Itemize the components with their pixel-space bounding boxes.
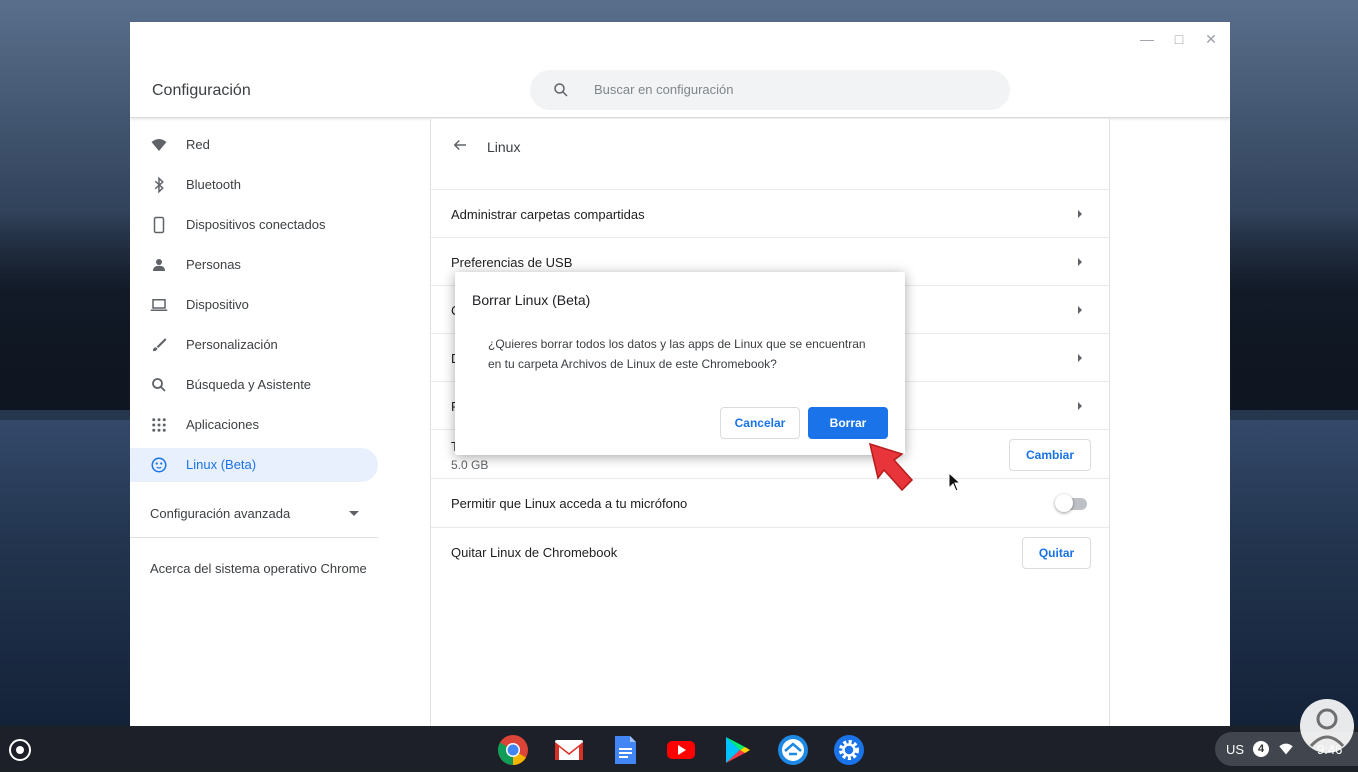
row-shared-folders[interactable]: Administrar carpetas compartidas (431, 189, 1109, 237)
keyboard-layout: US (1226, 742, 1245, 757)
search-placeholder: Buscar en configuración (594, 82, 734, 97)
remove-linux-button[interactable]: Quitar (1022, 537, 1091, 569)
delete-button[interactable]: Borrar (808, 407, 888, 439)
microphone-toggle[interactable] (1055, 494, 1089, 512)
docs-icon[interactable] (609, 734, 641, 766)
sidebar: Red Bluetooth Dispositivos conectados Pe… (130, 119, 430, 726)
row-label: Permitir que Linux acceda a tu micrófono (451, 496, 688, 511)
sidebar-item-label: Dispositivo (186, 297, 249, 312)
sidebar-item-people[interactable]: Personas (130, 248, 378, 282)
sidebar-item-label: Bluetooth (186, 177, 241, 192)
launcher-icon[interactable] (9, 739, 31, 761)
search-icon (152, 378, 166, 392)
search-input[interactable]: Buscar en configuración (530, 70, 1010, 110)
youtube-icon[interactable] (665, 734, 697, 766)
dialog-body: ¿Quieres borrar todos los datos y las ap… (488, 334, 888, 374)
wifi-icon (151, 139, 167, 151)
sidebar-item-apps[interactable]: Aplicaciones (130, 408, 378, 442)
mouse-pointer-icon (948, 472, 962, 492)
row-label: Administrar carpetas compartidas (451, 207, 645, 222)
search-icon (554, 83, 568, 97)
shelf: US 4 9:46 (0, 726, 1358, 772)
gmail-icon[interactable] (553, 734, 585, 766)
person-icon (153, 259, 165, 271)
cancel-button[interactable]: Cancelar (720, 407, 800, 439)
sidebar-item-bluetooth[interactable]: Bluetooth (130, 168, 378, 202)
sidebar-item-label: Aplicaciones (186, 417, 259, 432)
sidebar-item-label: Personas (186, 257, 241, 272)
arrow-right-icon (1078, 258, 1082, 266)
divider (130, 537, 378, 538)
page-title: Linux (487, 139, 521, 155)
app-title: Configuración (152, 82, 251, 99)
row-remove-linux: Quitar Linux de Chromebook Quitar (431, 527, 1109, 576)
about-chrome-os-link[interactable]: Acerca del sistema operativo Chrome (150, 561, 367, 576)
disk-size-value: 5.0 GB (451, 458, 489, 472)
chevron-down-icon[interactable] (349, 511, 359, 516)
apps-grid-icon (152, 418, 166, 432)
penguin-icon (151, 457, 167, 473)
sidebar-item-label: Personalización (186, 337, 278, 352)
notification-count-badge: 4 (1253, 741, 1269, 757)
maximize-icon[interactable]: □ (1170, 30, 1188, 48)
sidebar-item-linux[interactable]: Linux (Beta) (130, 448, 378, 482)
arrow-right-icon (1078, 210, 1082, 218)
dialog-body-line: ¿Quieres borrar todos los datos y las ap… (488, 337, 866, 351)
sidebar-item-label: Linux (Beta) (186, 457, 257, 472)
sidebar-item-label: Red (186, 137, 210, 152)
row-label: Quitar Linux de Chromebook (451, 545, 618, 560)
row-microphone: Permitir que Linux acceda a tu micrófono (431, 478, 1109, 527)
change-disk-button[interactable]: Cambiar (1009, 439, 1091, 471)
settings-icon[interactable] (833, 734, 865, 766)
annotation-arrow-icon (868, 442, 914, 492)
bluetooth-icon (154, 176, 164, 194)
sidebar-item-search-assistant[interactable]: Búsqueda y Asistente (130, 368, 378, 402)
watermark-logo (1300, 699, 1354, 753)
sidebar-item-label: Búsqueda y Asistente (186, 377, 312, 392)
remote-desktop-icon[interactable] (777, 734, 809, 766)
advanced-settings-toggle[interactable]: Configuración avanzada (150, 506, 290, 521)
arrow-right-icon (1078, 402, 1082, 410)
dialog-body-line: en tu carpeta Archivos de Linux de este … (488, 357, 777, 371)
settings-header: — □ ✕ Configuración Buscar en configurac… (130, 22, 1230, 118)
sidebar-item-personalization[interactable]: Personalización (130, 328, 378, 362)
toggle-knob (1055, 494, 1073, 512)
arrow-right-icon (1078, 306, 1082, 314)
sidebar-item-red[interactable]: Red (130, 128, 378, 162)
sidebar-item-connected-devices[interactable]: Dispositivos conectados (130, 208, 378, 242)
close-icon[interactable]: ✕ (1202, 30, 1220, 48)
chrome-icon[interactable] (497, 734, 529, 766)
row-label: Preferencias de USB (451, 255, 573, 270)
phone-icon (153, 216, 165, 234)
arrow-right-icon (1078, 354, 1082, 362)
play-store-icon[interactable] (721, 734, 753, 766)
wifi-icon (1279, 743, 1293, 755)
laptop-icon (150, 299, 168, 311)
sidebar-item-device[interactable]: Dispositivo (130, 288, 378, 322)
sidebar-item-label: Dispositivos conectados (186, 217, 326, 232)
delete-linux-dialog: Borrar Linux (Beta) ¿Quieres borrar todo… (455, 272, 905, 455)
brush-icon (153, 338, 167, 352)
back-arrow-icon[interactable] (451, 136, 469, 154)
dialog-title: Borrar Linux (Beta) (472, 292, 591, 308)
window-controls: — □ ✕ (1138, 30, 1220, 48)
minimize-icon[interactable]: — (1138, 30, 1156, 48)
